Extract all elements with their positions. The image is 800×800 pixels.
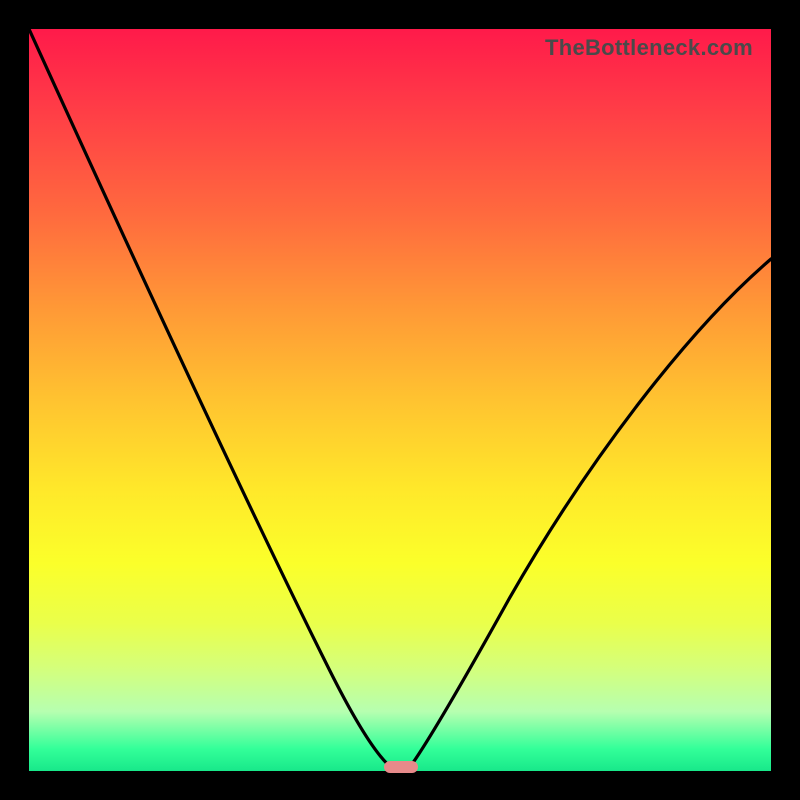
plot-area: TheBottleneck.com: [29, 29, 771, 771]
curve-left-branch: [29, 29, 396, 771]
watermark-label: TheBottleneck.com: [545, 35, 753, 61]
optimum-marker: [384, 761, 418, 773]
bottleneck-curve: [29, 29, 771, 771]
curve-right-branch: [407, 259, 771, 771]
chart-frame: TheBottleneck.com: [0, 0, 800, 800]
